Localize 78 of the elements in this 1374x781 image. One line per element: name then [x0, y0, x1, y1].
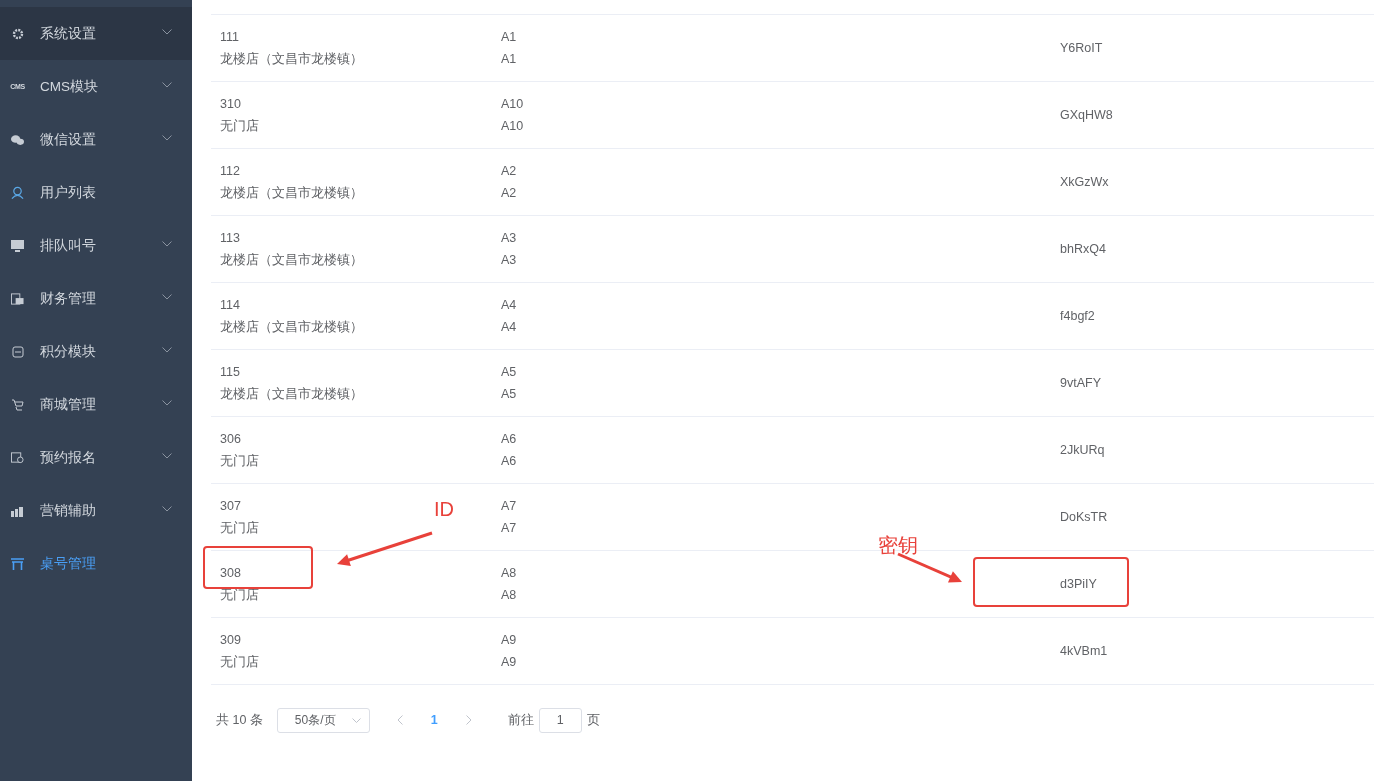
next-page-icon[interactable]	[465, 715, 472, 725]
table-cell: 113	[220, 230, 240, 246]
table-cell: A2	[501, 163, 517, 179]
sidebar-item[interactable]: 系统设置	[0, 7, 192, 60]
calendar-clock-icon	[11, 451, 24, 464]
table-cell: 无门店	[220, 453, 259, 469]
table-cell: 306	[220, 431, 241, 447]
sidebar-item[interactable]: 用户列表	[0, 166, 192, 219]
page-suffix: 页	[586, 711, 600, 729]
table-cell: 4kVBm1	[1060, 643, 1108, 659]
table-cell: A5	[501, 364, 517, 380]
table-cell: A4	[501, 319, 517, 335]
sidebar-item[interactable]: 财务管理	[0, 272, 192, 325]
table-cell: A2	[501, 185, 517, 201]
sidebar-item[interactable]: 桌号管理	[0, 537, 192, 590]
table-cell: Y6RoIT	[1060, 40, 1103, 56]
table-cell: A9	[501, 632, 517, 648]
table-cell: 龙楼店（文昌市龙楼镇）	[220, 51, 363, 67]
table-cell: 龙楼店（文昌市龙楼镇）	[220, 319, 363, 335]
chevron-down-icon	[351, 717, 361, 723]
table-cell: A10	[501, 118, 524, 134]
sidebar-item[interactable]: 积分模块	[0, 325, 192, 378]
monitor-icon	[11, 239, 24, 252]
cart-icon	[11, 398, 24, 411]
sidebar-item[interactable]: 微信设置	[0, 113, 192, 166]
table-cell: A8	[501, 565, 517, 581]
table-cell: A4	[501, 297, 517, 313]
table-cell: 无门店	[220, 520, 259, 536]
table-cell: 115	[220, 364, 240, 380]
table-cell: A6	[501, 431, 517, 447]
chat-bubbles-icon	[11, 133, 24, 146]
sidebar-item[interactable]: 排队叫号	[0, 219, 192, 272]
table-cell: A7	[501, 520, 517, 536]
table-cell: XkGzWx	[1060, 174, 1109, 190]
page-input[interactable]: 1	[538, 707, 582, 733]
table-cell: f4bgf2	[1060, 308, 1095, 324]
table-cell: 2JkURq	[1060, 442, 1105, 458]
goto-label: 前往	[507, 711, 534, 729]
table-cell: A3	[501, 252, 517, 268]
table-cell: 114	[220, 297, 240, 313]
table-cell: A3	[501, 230, 517, 246]
sidebar-item[interactable]: 营销辅助	[0, 484, 192, 537]
total-count: 共 10 条	[216, 711, 263, 729]
table-cell: 309	[220, 632, 241, 648]
table-cell: A8	[501, 587, 517, 603]
page-size-select[interactable]: 50条/页	[276, 707, 370, 733]
table-cell: 无门店	[220, 118, 259, 134]
sidebar-item[interactable]: 商城管理	[0, 378, 192, 431]
stack-icon	[11, 292, 24, 305]
previous-page-icon[interactable]	[396, 715, 403, 725]
table-cell: d3PiIY	[1060, 576, 1097, 592]
table-cell: A9	[501, 654, 517, 670]
table-cell: 308	[220, 565, 241, 581]
table-cell: A10	[501, 96, 524, 112]
table-cell: 112	[220, 163, 240, 179]
table-cell: 111	[220, 29, 239, 45]
table-cell: A6	[501, 453, 517, 469]
table-cell: 龙楼店（文昌市龙楼镇）	[220, 252, 363, 268]
table-cell: 龙楼店（文昌市龙楼镇）	[220, 185, 363, 201]
table-cell: A5	[501, 386, 517, 402]
table-cell: GXqHW8	[1060, 107, 1113, 123]
table-cell: A1	[501, 51, 517, 67]
table-cell: 龙楼店（文昌市龙楼镇）	[220, 386, 363, 402]
table-cell: A1	[501, 29, 517, 45]
table-cell: 无门店	[220, 587, 259, 603]
table-cell: 无门店	[220, 654, 259, 670]
table-cell: DoKsTR	[1060, 509, 1108, 525]
table-cell: 9vtAFY	[1060, 375, 1101, 391]
table-cell: bhRxQ4	[1060, 241, 1106, 257]
table-icon	[11, 557, 24, 570]
table-cell: A7	[501, 498, 517, 514]
annotation-label: 密钥	[878, 533, 918, 558]
annotation-label: ID	[434, 498, 454, 521]
user-icon	[11, 186, 24, 199]
bar-chart-icon	[11, 504, 24, 517]
sidebar-item[interactable]: 预约报名	[0, 431, 192, 484]
table-cell: 310	[220, 96, 241, 112]
table-cell: 307	[220, 498, 241, 514]
